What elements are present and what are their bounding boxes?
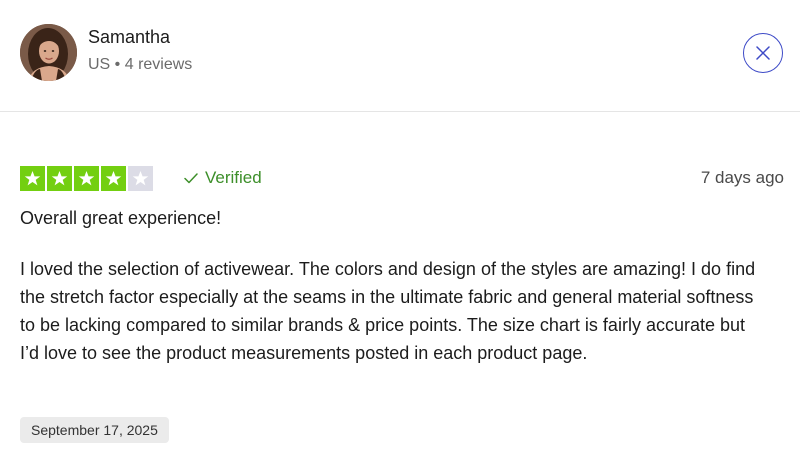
star-rating: [20, 166, 153, 191]
avatar[interactable]: [20, 24, 77, 81]
star-icon: [78, 170, 95, 186]
star-icon: [51, 170, 68, 186]
reviewer-header: Samantha US • 4 reviews: [0, 0, 800, 112]
close-button[interactable]: [743, 33, 783, 73]
star-filled: [20, 166, 45, 191]
reviewer-name[interactable]: Samantha: [88, 27, 170, 48]
review-body: I loved the selection of activewear. The…: [20, 259, 756, 363]
experience-date-badge: September 17, 2025: [20, 417, 169, 443]
checkmark-icon: [184, 172, 198, 183]
user-photo-icon: [20, 24, 77, 81]
verified-badge: Verified: [184, 168, 262, 188]
review-title: Overall great experience!: [20, 208, 222, 228]
star-filled: [47, 166, 72, 191]
star-icon: [132, 170, 149, 186]
reviewer-meta: US • 4 reviews: [88, 56, 193, 73]
review-date-relative: 7 days ago: [700, 168, 784, 187]
star-icon: [105, 170, 122, 186]
star-icon: [24, 170, 41, 186]
star-filled: [74, 166, 99, 191]
star-empty: [128, 166, 153, 191]
star-filled: [101, 166, 126, 191]
verified-label: Verified: [205, 168, 262, 187]
close-icon: [756, 46, 770, 60]
